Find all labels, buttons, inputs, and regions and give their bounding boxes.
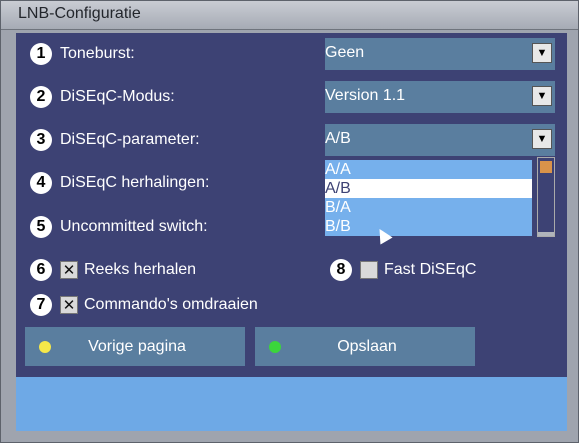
diseqc-modus-label: DiSEqC-Modus: xyxy=(60,88,175,105)
save-button[interactable]: Opslaan xyxy=(255,327,475,366)
diseqc-parameter-dropdown[interactable]: A/B ▼ xyxy=(325,124,555,156)
commandos-omdraaien-checkbox[interactable]: ✕ xyxy=(60,296,78,314)
number-badge: 8 xyxy=(330,259,352,281)
fast-diseqc-label: Fast DiSEqC xyxy=(384,261,477,278)
diseqc-parameter-options-list: A/A A/B B/A B/B xyxy=(325,157,555,242)
title-bar: LNB-Configuratie xyxy=(1,1,578,30)
number-badge: 4 xyxy=(30,172,52,194)
options-scrollbar[interactable] xyxy=(537,157,555,237)
fast-diseqc-checkbox[interactable] xyxy=(360,261,378,279)
green-key-icon xyxy=(269,340,281,353)
scrollbar-thumb[interactable] xyxy=(540,161,552,173)
diseqc-herhalingen-label: DiSEqC herhalingen: xyxy=(60,174,210,191)
number-badge: 3 xyxy=(30,129,52,151)
setting-row-diseqc-modus: 2 DiSEqC-Modus: xyxy=(30,85,175,109)
diseqc-modus-value: Version 1.1 xyxy=(325,87,406,104)
diseqc-parameter-value: A/B xyxy=(325,130,351,147)
chevron-down-icon[interactable]: ▼ xyxy=(532,129,552,149)
toneburst-label: Toneburst: xyxy=(60,45,135,62)
previous-page-button[interactable]: Vorige pagina xyxy=(25,327,245,366)
number-badge: 7 xyxy=(30,294,52,316)
save-label: Opslaan xyxy=(337,337,397,355)
number-badge: 2 xyxy=(30,86,52,108)
setting-row-uncommitted-switch: 5 Uncommitted switch: xyxy=(30,215,208,239)
number-badge: 1 xyxy=(30,43,52,65)
checkbox-row-fast-diseqc[interactable]: 8 Fast DiSEqC xyxy=(330,258,476,282)
bottom-bar xyxy=(16,377,567,431)
setting-row-toneburst: 1 Toneburst: xyxy=(30,42,135,66)
diseqc-modus-dropdown[interactable]: Version 1.1 ▼ xyxy=(325,81,555,113)
option-a-b[interactable]: A/B xyxy=(325,179,532,198)
window-title: LNB-Configuratie xyxy=(18,5,141,22)
reeks-herhalen-label: Reeks herhalen xyxy=(84,261,197,278)
diseqc-parameter-label: DiSEqC-parameter: xyxy=(60,131,200,148)
option-b-b[interactable]: B/B xyxy=(325,217,532,236)
option-b-a[interactable]: B/A xyxy=(325,198,532,217)
reeks-herhalen-checkbox[interactable]: ✕ xyxy=(60,261,78,279)
scrollbar-end xyxy=(538,232,554,236)
setting-row-diseqc-herhalingen: 4 DiSEqC herhalingen: xyxy=(30,171,209,195)
toneburst-dropdown[interactable]: Geen ▼ xyxy=(325,38,555,70)
previous-page-label: Vorige pagina xyxy=(88,337,186,355)
number-badge: 5 xyxy=(30,216,52,238)
chevron-down-icon[interactable]: ▼ xyxy=(532,43,552,63)
commandos-omdraaien-label: Commando's omdraaien xyxy=(84,296,258,313)
checkbox-row-reeks-herhalen[interactable]: 6 ✕ Reeks herhalen xyxy=(30,258,196,282)
chevron-down-icon[interactable]: ▼ xyxy=(532,86,552,106)
checkbox-row-commandos-omdraaien[interactable]: 7 ✕ Commando's omdraaien xyxy=(30,293,258,317)
toneburst-value: Geen xyxy=(325,44,365,61)
yellow-key-icon xyxy=(39,340,51,353)
uncommitted-switch-label: Uncommitted switch: xyxy=(60,218,208,235)
number-badge: 6 xyxy=(30,259,52,281)
option-a-a[interactable]: A/A xyxy=(325,160,532,179)
setting-row-diseqc-parameter: 3 DiSEqC-parameter: xyxy=(30,128,200,152)
